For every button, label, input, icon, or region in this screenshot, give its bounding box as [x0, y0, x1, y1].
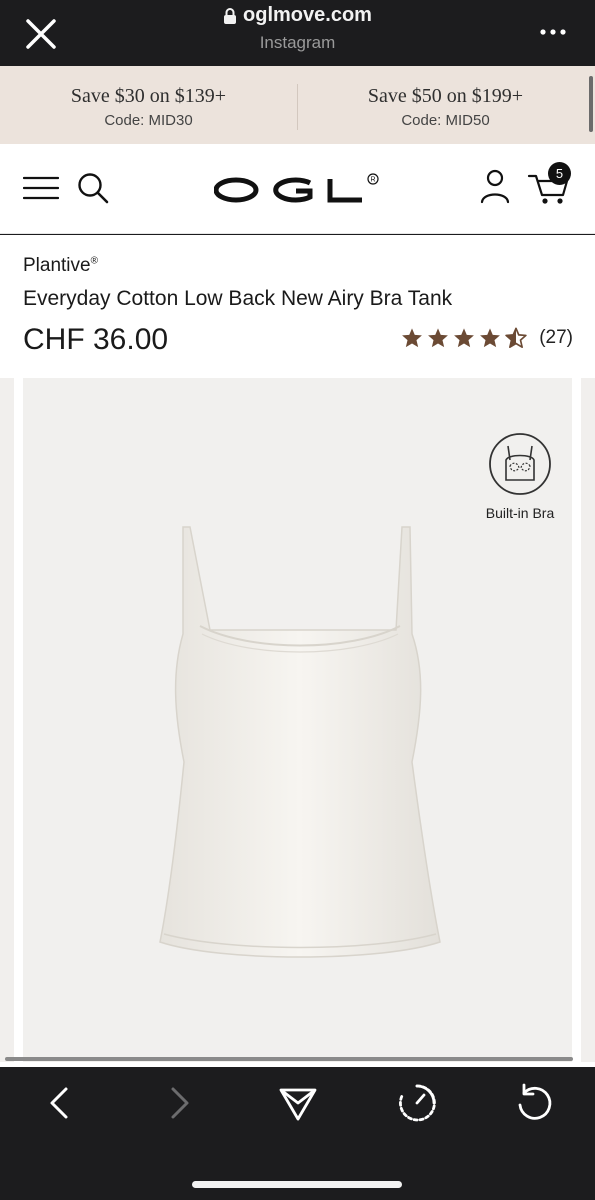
tank-top-image — [159, 526, 441, 958]
bra-icon — [489, 433, 551, 495]
browser-url-text: oglmove.com — [243, 4, 372, 26]
ogl-logo: R — [213, 173, 379, 203]
promo-divider — [297, 84, 298, 130]
product-price: CHF 36.00 — [23, 323, 169, 356]
lock-icon — [224, 7, 237, 24]
timer-icon[interactable] — [395, 1081, 439, 1125]
rating-stars — [401, 327, 527, 349]
promo-offer-1[interactable]: Save $30 on $139+ Code: MID30 — [0, 66, 297, 144]
promo-code: Code: MID50 — [401, 112, 490, 129]
product-info: Plantive® Everyday Cotton Low Back New A… — [0, 235, 595, 378]
chevron-right-icon[interactable] — [157, 1081, 201, 1125]
browser-source: Instagram — [259, 32, 336, 52]
product-rating[interactable]: (27) — [401, 327, 573, 349]
reload-icon[interactable] — [513, 1081, 557, 1125]
scrollbar[interactable] — [589, 76, 593, 132]
built-in-bra-label: Built-in Bra — [485, 505, 555, 521]
star-full-icon — [454, 328, 475, 348]
built-in-bra-badge: Built-in Bra — [480, 432, 560, 521]
more-icon[interactable] — [539, 22, 567, 42]
rating-count: (27) — [539, 327, 573, 348]
promo-code: Code: MID30 — [104, 112, 193, 129]
home-indicator[interactable] — [192, 1181, 402, 1188]
brand-name: Plantive — [23, 255, 91, 276]
site-header: R — [0, 144, 595, 234]
cart-count-badge: 5 — [548, 162, 571, 185]
promo-title: Save $30 on $139+ — [70, 85, 227, 107]
star-full-icon — [428, 328, 449, 348]
hamburger-icon[interactable] — [23, 175, 59, 201]
star-half-icon — [505, 327, 527, 348]
user-icon[interactable] — [479, 168, 511, 204]
chevron-left-icon[interactable] — [38, 1081, 82, 1125]
site-logo[interactable]: R — [213, 170, 384, 210]
brand-registered-mark: ® — [90, 255, 98, 267]
search-icon[interactable] — [76, 171, 110, 205]
svg-text:R: R — [371, 177, 376, 184]
product-brand[interactable]: Plantive® — [23, 255, 98, 277]
browser-top-bar: oglmove.com Instagram — [0, 0, 595, 66]
star-full-icon — [480, 328, 501, 348]
promo-title: Save $50 on $199+ — [367, 85, 524, 107]
product-title: Everyday Cotton Low Back New Airy Bra Ta… — [23, 287, 453, 310]
star-full-icon — [402, 328, 423, 348]
browser-address[interactable]: oglmove.com Instagram — [0, 4, 595, 53]
promo-offer-2[interactable]: Save $50 on $199+ Code: MID50 — [297, 66, 594, 144]
gallery-next-peek — [581, 378, 595, 1062]
gallery-scrollbar[interactable] — [5, 1057, 573, 1061]
promo-banner: Save $30 on $139+ Code: MID30 Save $50 o… — [0, 66, 595, 144]
gallery-prev-peek — [0, 378, 14, 1062]
share-icon[interactable] — [276, 1081, 320, 1125]
